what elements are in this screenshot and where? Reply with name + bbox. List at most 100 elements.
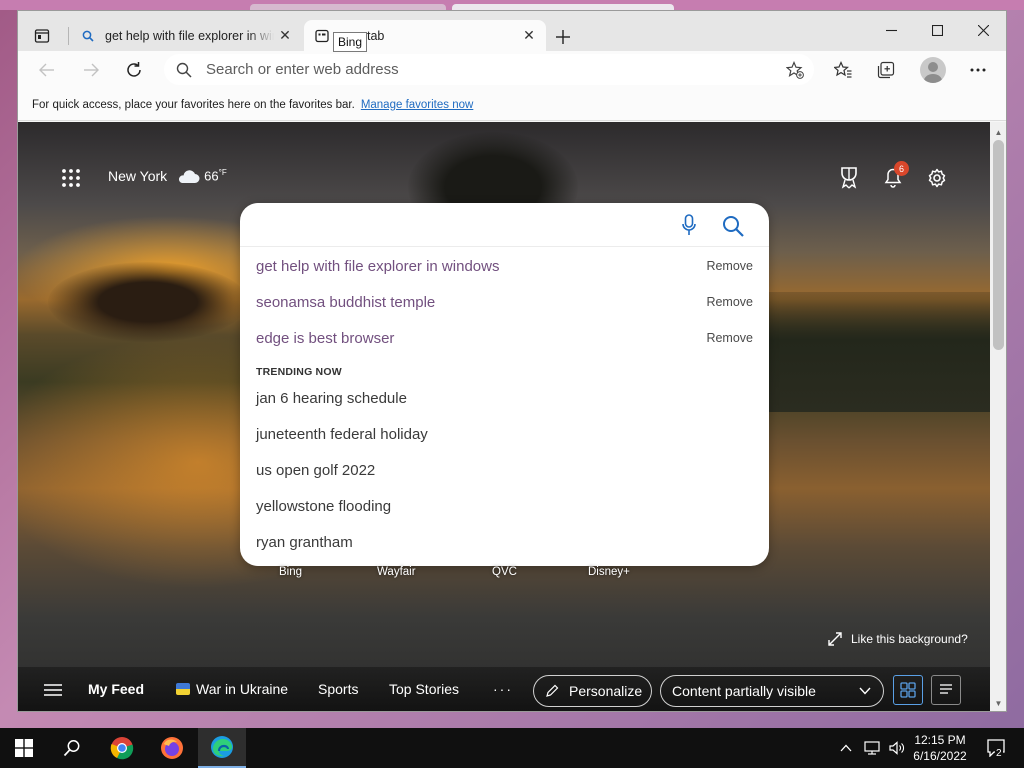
volume-icon[interactable] (889, 741, 905, 755)
app-launcher-button[interactable] (60, 167, 82, 189)
taskbar-edge[interactable] (198, 728, 246, 768)
pencil-icon (546, 684, 559, 697)
feed-tab-top-stories[interactable]: Top Stories (389, 681, 459, 697)
star-add-icon (786, 60, 804, 79)
list-view-button[interactable] (931, 675, 961, 705)
address-bar[interactable] (164, 54, 814, 85)
taskbar-firefox[interactable] (148, 728, 196, 768)
clock-time: 12:15 PM (914, 733, 966, 747)
feed-tab-war-in-ukraine[interactable]: War in Ukraine (176, 681, 288, 697)
chevron-up-icon[interactable] (840, 744, 852, 752)
taskbar-search-button[interactable] (48, 728, 96, 768)
profile-avatar[interactable] (920, 57, 946, 83)
trending-suggestion[interactable]: juneteenth federal holiday (256, 419, 753, 449)
new-tab-page: New York 66°F 6 get help with file explo… (18, 122, 990, 711)
close-window-button[interactable] (960, 16, 1006, 44)
quick-link-qvc[interactable]: QVC (492, 566, 517, 578)
favorites-bar-message: For quick access, place your favorites h… (32, 98, 355, 111)
rewards-button[interactable] (836, 165, 862, 191)
maximize-button[interactable] (914, 16, 960, 44)
action-center-button[interactable]: 2 (982, 734, 1010, 762)
list-view-icon (940, 684, 952, 694)
suggestion-text: juneteenth federal holiday (256, 425, 428, 443)
feed-tab-sports[interactable]: Sports (318, 681, 358, 697)
close-tab-button[interactable]: ✕ (274, 25, 296, 47)
remove-suggestion-button[interactable]: Remove (706, 331, 753, 345)
tab-search-results[interactable]: get help with file explorer in windows ✕ (70, 20, 302, 51)
feed-more-button[interactable]: ··· (493, 681, 513, 697)
new-tab-button[interactable] (551, 25, 575, 49)
network-icon[interactable] (864, 741, 880, 755)
windows-taskbar: 12:15 PM 6/16/2022 2 (0, 728, 1024, 768)
new-tab-icon (314, 28, 330, 44)
tab-actions-button[interactable] (28, 22, 56, 50)
maximize-icon (931, 24, 943, 36)
remove-suggestion-button[interactable]: Remove (706, 259, 753, 273)
minimize-button[interactable] (868, 16, 914, 44)
background-treeline (758, 292, 990, 412)
content-visibility-dropdown[interactable]: Content partially visible (660, 675, 884, 707)
manage-favorites-link[interactable]: Manage favorites now (361, 99, 474, 111)
clock-date: 6/16/2022 (913, 749, 967, 763)
trending-suggestion[interactable]: jan 6 hearing schedule (256, 383, 753, 413)
quick-link-bing[interactable]: Bing (279, 566, 302, 578)
refresh-button[interactable] (119, 56, 149, 84)
suggestion-text: edge is best browser (256, 329, 395, 347)
page-scrollbar[interactable]: ▲ ▼ (990, 122, 1006, 711)
arrow-left-icon (39, 63, 54, 77)
grid-view-button[interactable] (893, 675, 923, 705)
search-submit-button[interactable] (720, 213, 746, 239)
page-settings-button[interactable] (924, 165, 950, 191)
browser-toolbar (18, 51, 1006, 89)
close-icon (977, 24, 989, 36)
scroll-up-arrow[interactable]: ▲ (990, 124, 1006, 140)
arrow-right-icon (84, 63, 99, 77)
trending-heading: TRENDING NOW (256, 366, 342, 378)
notification-count: 2 (995, 748, 1003, 759)
back-button[interactable] (32, 56, 62, 84)
forward-button[interactable] (76, 56, 106, 84)
start-button[interactable] (0, 728, 48, 768)
notification-badge: 6 (894, 161, 909, 176)
add-favorite-button[interactable] (780, 56, 810, 84)
close-tab-button[interactable]: ✕ (518, 25, 540, 47)
tab-separator (68, 27, 69, 45)
minimize-icon (885, 29, 897, 31)
voice-search-button[interactable] (678, 213, 700, 237)
collections-icon (877, 61, 895, 79)
quick-link-disney[interactable]: Disney+ (588, 566, 630, 578)
trending-suggestion[interactable]: ryan grantham (256, 527, 753, 557)
tab-strip: get help with file explorer in windows ✕… (18, 11, 1006, 52)
firefox-icon (161, 737, 183, 759)
history-suggestion[interactable]: seonamsa buddhist temple Remove (256, 287, 753, 317)
address-input[interactable] (206, 61, 780, 78)
feed-menu-button[interactable] (44, 683, 62, 697)
history-suggestion[interactable]: get help with file explorer in windows R… (256, 251, 753, 281)
scroll-thumb[interactable] (993, 140, 1004, 350)
taskbar-clock[interactable]: 12:15 PM 6/16/2022 (905, 732, 975, 764)
personalize-button[interactable]: Personalize (533, 675, 652, 707)
suggestion-text: get help with file explorer in windows (256, 257, 500, 275)
notifications-button[interactable]: 6 (880, 161, 909, 191)
trending-suggestion[interactable]: us open golf 2022 (256, 455, 753, 485)
feed-tab-my-feed[interactable]: My Feed (88, 681, 144, 697)
history-suggestion[interactable]: edge is best browser Remove (256, 323, 753, 353)
web-search-input[interactable] (256, 213, 656, 237)
trending-suggestion[interactable]: yellowstone flooding (256, 491, 753, 521)
favorites-bar: For quick access, place your favorites h… (18, 89, 1006, 121)
quick-links: Bing Wayfair QVC Disney+ (18, 566, 990, 586)
windows-logo-icon (15, 739, 33, 757)
remove-suggestion-button[interactable]: Remove (706, 295, 753, 309)
weather-widget[interactable]: New York 66°F (108, 168, 227, 184)
taskbar-chrome[interactable] (98, 728, 146, 768)
collections-button[interactable] (871, 56, 901, 84)
favorites-button[interactable] (828, 56, 858, 84)
expand-icon (828, 632, 842, 646)
grid-view-icon (900, 682, 916, 698)
scroll-down-arrow[interactable]: ▼ (990, 695, 1006, 711)
background-shrub (48, 262, 248, 342)
like-background-button[interactable]: Like this background? (828, 632, 968, 646)
settings-more-button[interactable] (963, 56, 993, 84)
suggestion-text: jan 6 hearing schedule (256, 389, 407, 407)
quick-link-wayfair[interactable]: Wayfair (377, 566, 416, 578)
